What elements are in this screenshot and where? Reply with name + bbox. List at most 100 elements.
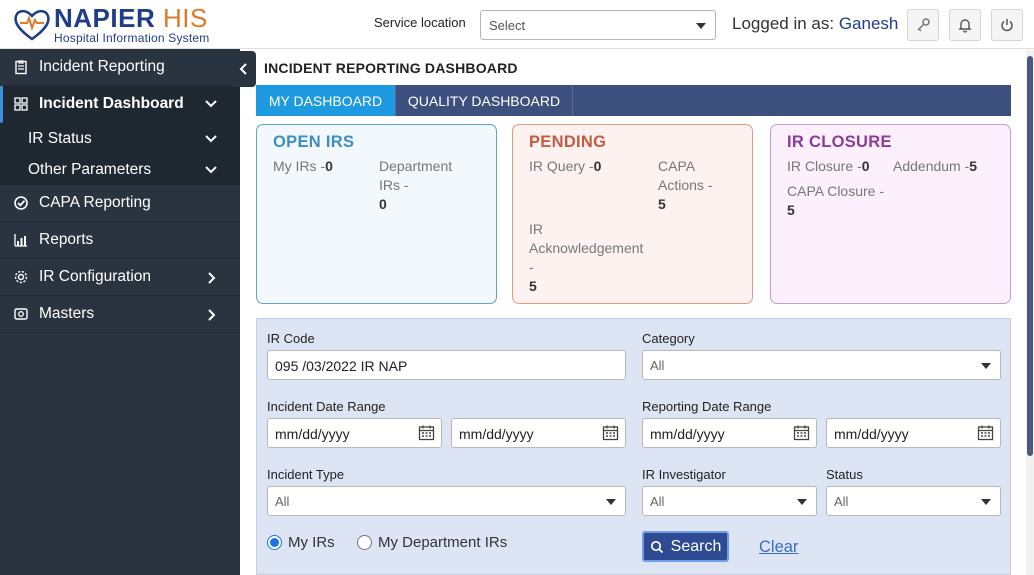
caret-down-icon xyxy=(606,499,616,505)
sidebar-item-other-parameters[interactable]: Other Parameters xyxy=(0,154,240,185)
chevron-down-icon xyxy=(205,165,217,173)
sidebar-item-incident-dashboard[interactable]: Incident Dashboard xyxy=(0,86,240,123)
sidebar-item-capa-reporting[interactable]: CAPA Reporting xyxy=(0,185,240,222)
radio-button-selected[interactable] xyxy=(267,535,282,550)
tab-my-dashboard[interactable]: MY DASHBOARD xyxy=(256,85,395,116)
addendum-stat[interactable]: Addendum -5 xyxy=(893,157,977,176)
ir-code-value: 095 /03/2022 IR NAP xyxy=(275,358,408,374)
ir-acknowledgement-stat[interactable]: IR Acknowledgement - 5 xyxy=(529,220,643,296)
tab-label: MY DASHBOARD xyxy=(268,92,383,109)
sidebar-item-incident-reporting[interactable]: Incident Reporting xyxy=(0,49,240,86)
incident-type-select[interactable]: All xyxy=(267,486,626,516)
incident-date-to-input[interactable]: mm/dd/yyyy xyxy=(451,418,626,448)
service-location-label: Service location xyxy=(374,15,466,30)
power-icon xyxy=(1001,19,1013,32)
gear-icon xyxy=(12,268,30,286)
department-irs-label-line1: Department xyxy=(379,158,453,174)
calendar-icon[interactable] xyxy=(418,424,435,441)
chevron-down-icon xyxy=(205,134,217,142)
ir-investigator-label: IR Investigator xyxy=(642,467,726,482)
calendar-icon[interactable] xyxy=(977,424,994,441)
sidebar-item-masters[interactable]: Masters xyxy=(0,296,240,333)
ir-investigator-value: All xyxy=(650,494,665,509)
sidebar-item-label: Other Parameters xyxy=(28,160,152,178)
calendar-icon[interactable] xyxy=(793,424,810,441)
incident-type-value: All xyxy=(275,494,290,509)
incident-date-from-input[interactable]: mm/dd/yyyy xyxy=(267,418,442,448)
capa-closure-count: 5 xyxy=(787,202,795,218)
ir-code-label: IR Code xyxy=(267,331,315,346)
date-placeholder: mm/dd/yyyy xyxy=(834,426,909,442)
scrollbar-thumb[interactable] xyxy=(1027,56,1033,456)
ir-ack-label-line3: - xyxy=(529,259,534,275)
my-irs-stat[interactable]: My IRs -0 xyxy=(273,157,333,176)
capa-actions-label-line2: Actions - xyxy=(658,177,713,193)
logout-button[interactable] xyxy=(991,9,1023,41)
status-value: All xyxy=(834,494,849,509)
ir-query-stat[interactable]: IR Query -0 xyxy=(529,157,601,176)
chevron-left-icon xyxy=(239,63,247,75)
key-button[interactable] xyxy=(907,9,939,41)
pending-title: PENDING xyxy=(529,133,607,151)
radio-button[interactable] xyxy=(357,535,372,550)
sidebar-collapse-button[interactable] xyxy=(232,51,256,87)
service-location-value: Select xyxy=(489,18,526,33)
search-button[interactable]: Search xyxy=(642,531,729,562)
reporting-date-to-input[interactable]: mm/dd/yyyy xyxy=(826,418,1001,448)
sidebar-item-ir-status[interactable]: IR Status xyxy=(0,123,240,154)
logo-subtitle: Hospital Information System xyxy=(54,30,210,45)
sidebar-item-label: CAPA Reporting xyxy=(39,194,151,211)
radio-my-department-irs[interactable]: My Department IRs xyxy=(357,534,507,551)
service-location-select[interactable]: Select xyxy=(480,10,716,40)
reporting-date-from-input[interactable]: mm/dd/yyyy xyxy=(642,418,817,448)
category-value: All xyxy=(650,358,665,373)
radio-label: My Department IRs xyxy=(378,534,508,551)
caret-down-icon xyxy=(981,499,991,505)
ir-closure-stat[interactable]: IR Closure -0 xyxy=(787,157,869,176)
app-header: NAPIER HIS Hospital Information System S… xyxy=(0,0,1034,49)
tab-label: QUALITY DASHBOARD xyxy=(407,92,561,109)
bell-icon xyxy=(958,19,972,33)
logo-title-main: NAPIER xyxy=(54,2,156,33)
search-icon xyxy=(650,540,663,553)
clipboard-icon xyxy=(12,58,30,76)
radio-label: My IRs xyxy=(288,534,335,551)
page-scrollbar[interactable] xyxy=(1026,50,1034,575)
category-select[interactable]: All xyxy=(642,350,1001,380)
filter-panel: IR Code 095 /03/2022 IR NAP Category All… xyxy=(256,318,1011,575)
capa-closure-stat[interactable]: CAPA Closure - 5 xyxy=(787,182,884,220)
sidebar-item-ir-configuration[interactable]: IR Configuration xyxy=(0,259,240,296)
chevron-down-icon xyxy=(205,100,217,108)
ir-closure-count: 0 xyxy=(861,158,870,174)
logged-in-label: Logged in as: xyxy=(732,14,835,33)
sidebar: Incident Reporting Incident Dashboard IR… xyxy=(0,49,240,575)
capa-actions-stat[interactable]: CAPA Actions - 5 xyxy=(658,157,712,214)
page-title: INCIDENT REPORTING DASHBOARD xyxy=(264,60,518,76)
sidebar-item-label: IR Status xyxy=(28,129,92,147)
calendar-icon[interactable] xyxy=(602,424,619,441)
tab-quality-dashboard[interactable]: QUALITY DASHBOARD xyxy=(395,85,573,116)
radio-my-irs[interactable]: My IRs xyxy=(267,534,335,551)
clear-link[interactable]: Clear xyxy=(759,538,798,557)
logged-in-status: Logged in as: Ganesh xyxy=(732,14,898,34)
notifications-button[interactable] xyxy=(949,9,981,41)
search-button-label: Search xyxy=(670,537,722,555)
addendum-count: 5 xyxy=(969,158,978,174)
ir-investigator-select[interactable]: All xyxy=(642,486,817,516)
ir-code-input[interactable]: 095 /03/2022 IR NAP xyxy=(267,350,626,380)
sidebar-item-reports[interactable]: Reports xyxy=(0,222,240,259)
status-label: Status xyxy=(826,467,863,482)
caret-down-icon xyxy=(696,23,706,29)
open-irs-title: OPEN IRS xyxy=(273,133,355,151)
ir-ack-count: 5 xyxy=(529,278,537,294)
status-select[interactable]: All xyxy=(826,486,1001,516)
dashboard-tabs: MY DASHBOARD QUALITY DASHBOARD xyxy=(256,85,1011,116)
sidebar-item-label: IR Configuration xyxy=(39,268,152,285)
ir-ack-label-line2: Acknowledgement xyxy=(529,240,644,256)
sidebar-item-label: Incident Reporting xyxy=(39,58,165,75)
database-icon xyxy=(12,305,30,323)
heart-logo-icon xyxy=(14,9,50,41)
department-irs-stat[interactable]: Department IRs - 0 xyxy=(379,157,452,214)
dashboard-icon xyxy=(12,95,30,113)
ir-closure-label: IR Closure - xyxy=(787,158,862,174)
